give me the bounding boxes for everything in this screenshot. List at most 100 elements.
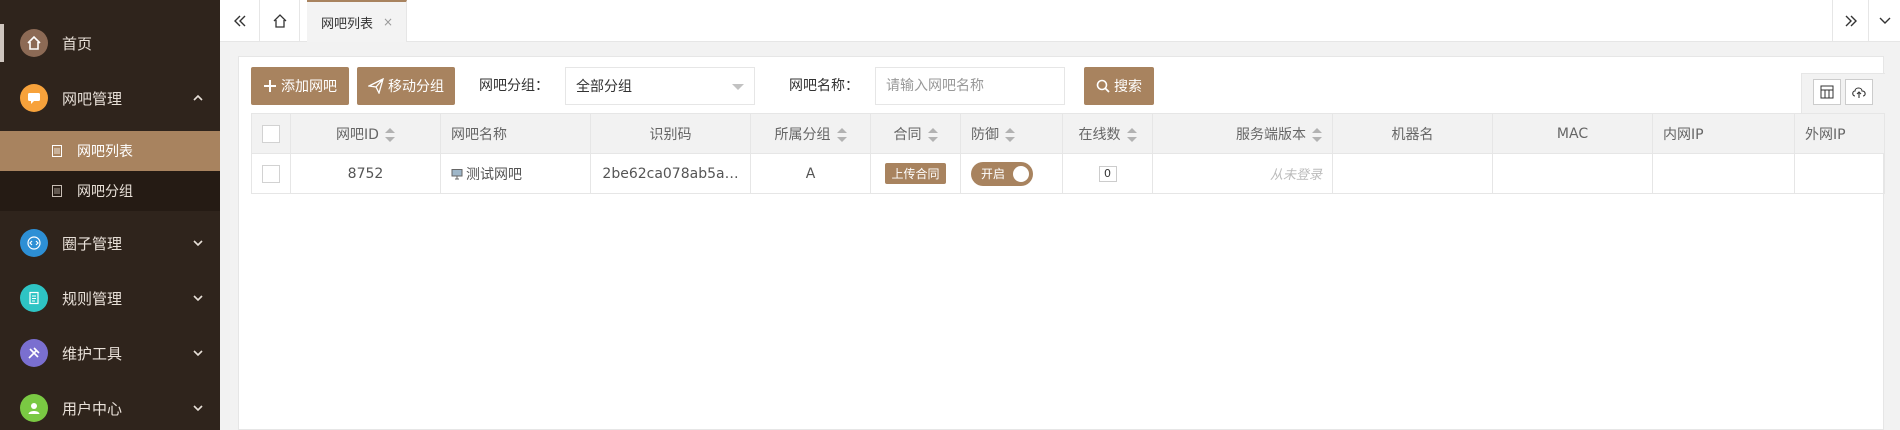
user-icon	[20, 394, 48, 422]
sidebar-item-label: 圈子管理	[62, 234, 123, 253]
row-checkbox[interactable]	[262, 164, 280, 183]
cell-netbar-name: 测试网吧	[440, 153, 591, 194]
close-icon[interactable]: ×	[383, 15, 393, 29]
sort-icon[interactable]	[384, 127, 395, 142]
cell-machine-name	[1332, 153, 1493, 194]
home-tab[interactable]	[260, 0, 300, 42]
select-all-checkbox[interactable]	[262, 124, 280, 143]
double-chevron-left-icon	[233, 15, 245, 27]
header-code: 识别码	[590, 113, 751, 154]
header-label: 网吧ID	[336, 126, 379, 143]
scroll-tabs-right-button[interactable]	[1832, 0, 1868, 42]
document-icon	[52, 185, 62, 197]
toggle-knob	[1013, 165, 1029, 182]
header-defense[interactable]: 防御	[960, 113, 1063, 154]
chevron-down-icon	[193, 295, 203, 302]
search-button[interactable]: 搜索	[1084, 67, 1154, 105]
code-icon	[20, 229, 48, 257]
group-filter-label: 网吧分组：	[479, 78, 549, 94]
header-label: 防御	[971, 126, 999, 143]
name-filter-label: 网吧名称：	[789, 78, 859, 94]
sort-icon[interactable]	[927, 127, 938, 142]
defense-toggle-label: 开启	[981, 167, 1006, 181]
sidebar-item-user-center[interactable]: 用户中心	[0, 381, 220, 430]
chevron-up-icon	[193, 94, 203, 101]
sidebar-item-maintenance-tools[interactable]: 维护工具	[0, 326, 220, 380]
cloud-upload-icon	[1852, 87, 1866, 98]
add-netbar-button[interactable]: 添加网吧	[251, 67, 349, 105]
search-icon	[1096, 79, 1110, 93]
sidebar-subitem-netbar-group[interactable]: 网吧分组	[0, 171, 220, 211]
move-group-button[interactable]: 移动分组	[357, 67, 455, 105]
sidebar-item-rules-management[interactable]: 规则管理	[0, 271, 220, 325]
chevron-down-icon	[193, 240, 203, 247]
header-machine-name: 机器名	[1332, 113, 1493, 154]
sidebar-item-netbar-management[interactable]: 网吧管理	[0, 71, 220, 125]
header-select-all[interactable]	[251, 113, 291, 154]
monitor-icon	[451, 168, 463, 179]
sidebar-item-circle-management[interactable]: 圈子管理	[0, 216, 220, 270]
plus-icon	[264, 80, 276, 92]
cell-mac	[1492, 153, 1653, 194]
sidebar-item-home[interactable]: 首页	[0, 16, 220, 70]
search-label: 搜索	[1114, 79, 1142, 95]
row-select-cell[interactable]	[251, 153, 291, 194]
active-indicator	[0, 24, 4, 62]
tab-bar: 网吧列表 ×	[220, 0, 1900, 42]
sidebar: 首页 网吧管理 网吧列表 网吧分组 圈子管理 规则管理 维护工具 用户中心	[0, 0, 220, 430]
cell-group: A	[750, 153, 871, 194]
chevron-down-icon	[193, 405, 203, 412]
sort-icon[interactable]	[836, 127, 847, 142]
netbar-name-input[interactable]	[875, 67, 1065, 105]
chat-icon	[20, 84, 48, 112]
cell-defense: 开启	[960, 153, 1063, 194]
add-netbar-label: 添加网吧	[281, 79, 337, 95]
sidebar-item-label: 用户中心	[62, 399, 123, 418]
header-group[interactable]: 所属分组	[750, 113, 871, 154]
defense-toggle[interactable]: 开启	[971, 161, 1033, 186]
sidebar-item-label: 首页	[62, 34, 93, 53]
column-filter-button[interactable]	[1813, 79, 1841, 105]
home-icon	[273, 14, 286, 28]
home-icon	[20, 29, 48, 57]
header-label: 网吧名称	[451, 126, 507, 143]
header-label: MAC	[1556, 125, 1589, 142]
group-select[interactable]: 全部分组	[565, 67, 755, 105]
double-chevron-right-icon	[1845, 15, 1857, 27]
cell-code: 2be62ca078ab5a…	[590, 153, 751, 194]
cell-online: 0	[1062, 153, 1153, 194]
scroll-tabs-left-button[interactable]	[220, 0, 260, 42]
tab-label: 网吧列表	[321, 16, 374, 32]
cell-server-version: 从未登录	[1152, 153, 1333, 194]
header-contract[interactable]: 合同	[870, 113, 961, 154]
columns-icon	[1820, 85, 1834, 99]
sort-icon[interactable]	[1312, 127, 1322, 142]
table-header-row: 网吧ID 网吧名称 识别码 所属分组 合同 防御 在线数 服务端版本 机器名 M…	[251, 113, 1885, 154]
caret-down-icon	[732, 84, 744, 90]
header-label: 在线数	[1078, 126, 1121, 143]
tools-icon	[20, 339, 48, 367]
header-label: 合同	[893, 126, 922, 143]
main-content: 添加网吧 移动分组 网吧分组： 全部分组 网吧名称： 搜索 网吧ID 网吧名称 …	[238, 56, 1885, 430]
header-label: 外网IP	[1805, 126, 1846, 143]
tab-netbar-list[interactable]: 网吧列表 ×	[307, 0, 407, 42]
tab-options-button[interactable]	[1868, 0, 1900, 42]
sort-icon[interactable]	[1126, 127, 1137, 142]
sort-icon[interactable]	[1005, 127, 1015, 142]
send-icon	[368, 78, 384, 94]
document-icon	[52, 145, 62, 157]
sidebar-subitem-netbar-list[interactable]: 网吧列表	[0, 131, 220, 171]
server-version-text: 从未登录	[1269, 168, 1322, 183]
netbar-name-text: 测试网吧	[466, 166, 522, 183]
header-server-version[interactable]: 服务端版本	[1152, 113, 1333, 154]
header-netbar-id[interactable]: 网吧ID	[290, 113, 441, 154]
header-mac: MAC	[1492, 113, 1653, 154]
header-online[interactable]: 在线数	[1062, 113, 1153, 154]
header-label: 识别码	[649, 126, 692, 143]
header-label: 所属分组	[774, 126, 831, 143]
chevron-down-icon	[1879, 17, 1890, 24]
export-button[interactable]	[1845, 79, 1873, 105]
sidebar-subitem-label: 网吧分组	[77, 184, 133, 200]
upload-contract-button[interactable]: 上传合同	[885, 163, 946, 184]
online-count: 0	[1098, 166, 1117, 182]
